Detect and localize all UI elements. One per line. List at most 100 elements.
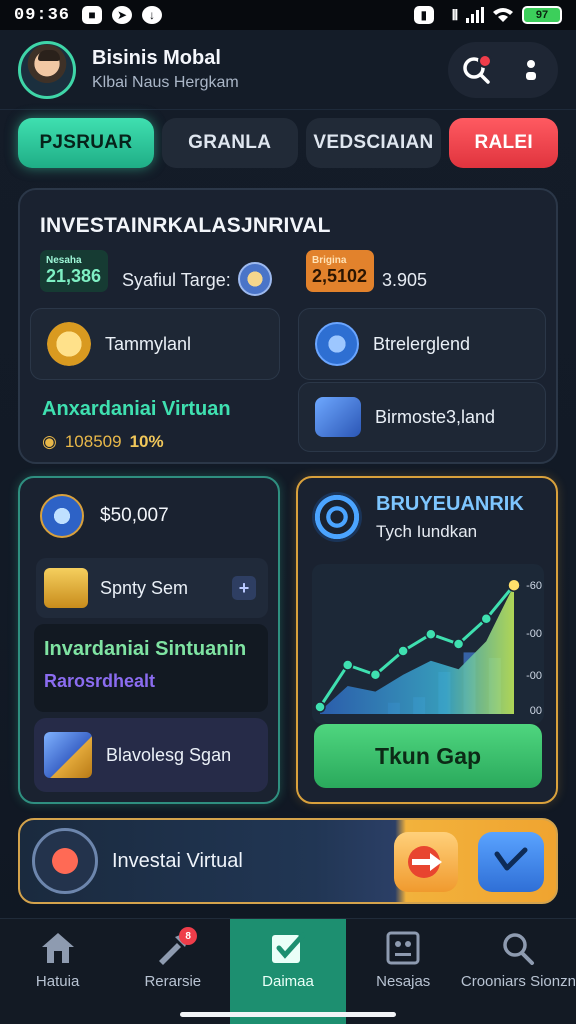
chart-point xyxy=(425,628,437,640)
check-icon xyxy=(494,847,528,871)
status-right: ▮ ⦀ 97 xyxy=(413,6,562,24)
check-square-icon xyxy=(272,932,306,963)
nav-item-search[interactable]: Crooniars Sionzn xyxy=(461,919,576,1024)
balance-value: $50,007 xyxy=(100,505,169,526)
growth-card-title: BRUYEUANRIK xyxy=(376,492,524,515)
growth-percent: 10% xyxy=(129,432,164,451)
chart-point xyxy=(341,659,354,671)
download-icon: ↓ xyxy=(142,6,163,24)
tab-bar: PJSRUAR GRANLA VEDSCIAIAN RALEI xyxy=(18,118,559,168)
chart-tick-label: -60 xyxy=(526,580,542,592)
chart-point xyxy=(452,638,465,650)
tab-pjsruar[interactable]: PJSRUAR xyxy=(18,118,154,168)
home-icon xyxy=(41,933,74,963)
app-header: Bisinis Mobal Klbai Naus Hergkam xyxy=(0,30,576,110)
summary-card-a-label: Tammylanl xyxy=(105,333,192,354)
summary-title: INVESTAINRKALASJNRIVAL xyxy=(40,214,331,237)
search-button[interactable] xyxy=(458,52,494,88)
wallet-icon xyxy=(40,494,84,538)
summary-card-c-label: Birmoste3,land xyxy=(375,406,496,427)
header-actions xyxy=(448,41,558,98)
message-icon: ■ xyxy=(82,6,103,24)
growth-card-subtitle: Tych Iundkan xyxy=(376,521,478,541)
chart-tick-label: -00 xyxy=(526,670,542,682)
battery-icon: 97 xyxy=(522,6,562,24)
storage-item-label: Blavolesg Sgan xyxy=(106,744,232,765)
rocket-badge-icon xyxy=(32,828,98,894)
search-icon xyxy=(503,933,535,965)
rocket-icon xyxy=(315,322,359,366)
home-indicator[interactable] xyxy=(180,1012,396,1017)
more-button[interactable] xyxy=(513,52,549,88)
growth-card-titles: BRUYEUANRIK Tych Iundkan xyxy=(376,493,524,542)
status-bar: 09:36 ■ ➤ ↓ ▮ ⦀ 97 xyxy=(0,0,576,30)
chart-point xyxy=(480,613,493,625)
cube-icon xyxy=(315,397,361,437)
frame-icon xyxy=(386,931,420,965)
signal-icon xyxy=(466,7,484,23)
nav-label-messages: Nesajas xyxy=(376,973,431,990)
growth-row: ◉ 108509 10% xyxy=(42,432,164,452)
bottom-nav: Hatuia 8 Rerarsie Daimaa Nesajas Croonia… xyxy=(0,918,576,1024)
tab-vedsciaian[interactable]: VEDSCIAIAN xyxy=(305,118,442,168)
metric-1-text: Syafiul Targe: xyxy=(122,270,231,290)
chart-point xyxy=(369,669,382,681)
growth-chart: -60 -00 -00 00 xyxy=(312,564,544,724)
chart-tick-label: 00 xyxy=(530,705,542,717)
nav-label-tools: Rerarsie xyxy=(144,973,202,990)
tab-ralei[interactable]: RALEI xyxy=(449,118,559,168)
nav-item-home[interactable]: Hatuia xyxy=(0,919,115,1024)
tab-granla[interactable]: GRANLA xyxy=(161,118,298,168)
growth-card-header: BRUYEUANRIK Tych Iundkan xyxy=(312,492,524,542)
invest-banner[interactable]: Investai Virtual xyxy=(18,818,558,904)
chart-point xyxy=(507,578,521,592)
arrow-right-icon xyxy=(408,846,442,878)
chart-svg: -60 -00 -00 00 xyxy=(314,578,542,717)
box-icon xyxy=(44,732,92,778)
banner-label: Investai Virtual xyxy=(112,849,243,872)
notification-badge xyxy=(477,53,492,68)
portfolio-card: $50,007 Spnty Sem + Invardaniai Sintuani… xyxy=(18,476,280,804)
investment-label: Anxardaniai Virtuan xyxy=(42,398,231,420)
investment-highlight-sub: Rarosrdhealt xyxy=(44,671,156,691)
asset-item[interactable]: Spnty Sem + xyxy=(36,558,268,618)
nav-item-tasks[interactable]: Daimaa xyxy=(230,919,346,1024)
coin-icon: ◉ xyxy=(42,432,57,451)
summary-card-b[interactable]: Btrelerglend xyxy=(298,308,546,380)
more-vertical-icon xyxy=(525,59,536,80)
metric-badge-2: Brigina 2,5102 xyxy=(306,250,374,292)
target-icon xyxy=(312,492,362,542)
gold-coin-icon xyxy=(47,322,91,366)
nav-label-home: Hatuia xyxy=(35,973,80,990)
messenger-icon: ➤ xyxy=(112,6,133,24)
start-button[interactable]: Tkun Gap xyxy=(314,724,542,788)
metric-2-label: Brigina xyxy=(312,255,347,266)
summary-card-c[interactable]: Birmoste3,land xyxy=(298,382,546,452)
chart-area-series-2 xyxy=(320,585,514,714)
avatar[interactable] xyxy=(18,40,76,99)
status-time: 09:36 xyxy=(14,5,71,25)
header-text: Bisinis Mobal Klbai Naus Hergkam xyxy=(92,47,239,92)
chart-point xyxy=(314,701,326,713)
add-asset-button[interactable]: + xyxy=(232,576,256,600)
investment-highlight[interactable]: Invardaniai Sintuanin Rarosrdhealt xyxy=(34,624,268,712)
nav-item-tools[interactable]: 8 Rerarsie xyxy=(115,919,230,1024)
summary-card-a[interactable]: Tammylanl xyxy=(30,308,280,380)
banner-go-button[interactable] xyxy=(394,832,458,892)
summary-card-b-label: Btrelerglend xyxy=(373,333,471,354)
summary-panel: INVESTAINRKALASJNRIVAL Nesaha 21,386 Sya… xyxy=(18,188,558,464)
nav-label-tasks: Daimaa xyxy=(262,973,314,990)
chart-tick-label: -00 xyxy=(526,628,542,640)
banner-confirm-button[interactable] xyxy=(478,832,544,892)
metric-1-value: 21,386 xyxy=(46,266,102,286)
metric-2-text: 3.905 xyxy=(382,270,428,290)
nav-badge: 8 xyxy=(179,927,198,945)
app-root: 09:36 ■ ➤ ↓ ▮ ⦀ 97 Bisinis Mobal Klbai N… xyxy=(0,0,576,1024)
wifi-icon xyxy=(493,8,513,22)
metric-badge-1: Nesaha 21,386 xyxy=(40,250,108,292)
target-coin-icon xyxy=(238,262,272,296)
storage-item[interactable]: Blavolesg Sgan xyxy=(34,718,268,792)
metric-2-value: 2,5102 xyxy=(312,266,368,286)
nav-item-messages[interactable]: Nesajas xyxy=(346,919,461,1024)
growth-number: 108509 xyxy=(64,432,122,451)
